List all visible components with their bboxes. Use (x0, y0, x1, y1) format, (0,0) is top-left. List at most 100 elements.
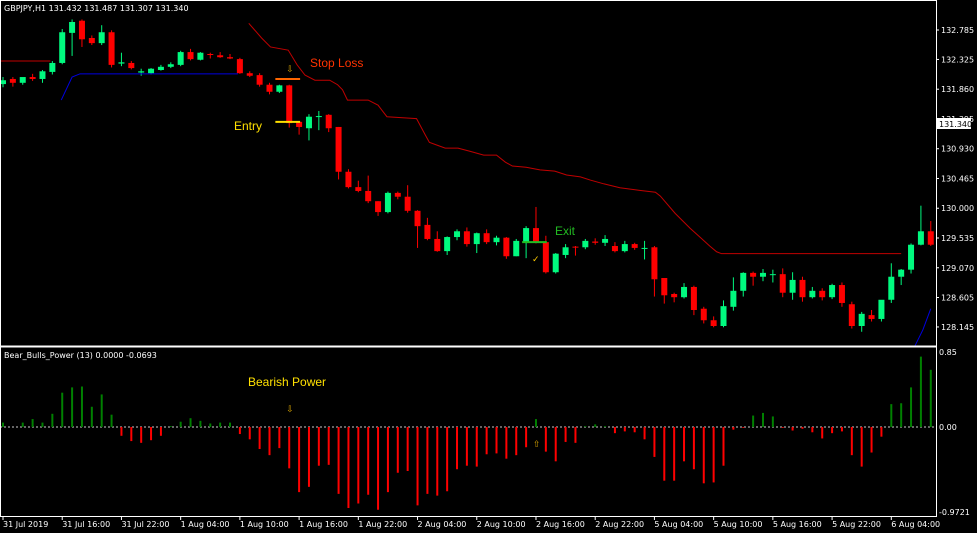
candle (177, 50, 184, 67)
candle-body (394, 192, 401, 197)
y-tick-label: 128.145 (941, 323, 974, 332)
candle (236, 57, 243, 74)
candle-body (375, 201, 382, 213)
x-tick-label: 2 Aug 22:00 (595, 520, 644, 529)
x-tick-label: 5 Aug 10:00 (714, 520, 763, 529)
candle (197, 52, 204, 61)
candle-body (848, 304, 855, 326)
y-tick-label: 129.070 (941, 264, 974, 273)
candle-body (148, 68, 155, 74)
candle-body (118, 62, 125, 64)
candle-body (681, 286, 688, 298)
candle-body (404, 196, 411, 211)
x-tick-label: 1 Aug 16:00 (299, 520, 348, 529)
candle-body (128, 62, 135, 69)
candle-body (227, 57, 234, 59)
y-tick-label: 128.605 (941, 294, 974, 303)
candle (513, 238, 520, 257)
candle-body (582, 240, 589, 248)
candle-body (246, 73, 253, 76)
candle-body (592, 241, 599, 243)
candle-body (256, 75, 263, 85)
candle-body (730, 290, 737, 307)
candle-body (9, 78, 16, 83)
candle-body (463, 231, 470, 245)
candle-body (345, 171, 352, 188)
candle-body (552, 253, 559, 273)
candle-body (167, 64, 174, 67)
candle-body (49, 62, 56, 72)
candle-body (473, 233, 480, 245)
candle (878, 299, 885, 322)
candle-body (414, 210, 421, 227)
candle-body (88, 38, 95, 44)
candle-body (78, 20, 85, 40)
entry-label: Entry (234, 119, 262, 133)
candle-body (39, 71, 46, 79)
candle-body (355, 187, 362, 191)
candle-body (661, 278, 668, 296)
candle-body (602, 238, 609, 243)
candle-body (878, 299, 885, 319)
candle-body (177, 52, 184, 65)
exit-label: Exit (555, 224, 576, 238)
candle-body (29, 77, 36, 79)
candle (908, 243, 915, 274)
y-tick-label: 131.860 (941, 85, 974, 94)
candle-body (513, 240, 520, 257)
candle-body (98, 32, 105, 44)
candle-body (858, 313, 865, 326)
x-tick-label: 1 Aug 04:00 (181, 520, 230, 529)
bearish-power-label: Bearish Power (248, 375, 326, 389)
y-tick-label: 129.535 (941, 234, 974, 243)
x-tick-label: 31 Jul 22:00 (121, 520, 169, 529)
candle-body (829, 285, 836, 298)
stop-loss-label: Stop Loss (310, 56, 363, 70)
up-arrow-icon: ⇧ (533, 440, 541, 450)
candle-body (19, 77, 26, 83)
indicator-y-tick-label: 0.85 (939, 348, 957, 357)
candle-body (384, 192, 391, 213)
candle-body (819, 290, 826, 298)
candle-body (276, 85, 283, 92)
candle-body (621, 244, 628, 252)
y-tick-label: 132.785 (941, 26, 974, 35)
candle-body (444, 237, 451, 252)
x-tick-label: 31 Jul 2019 (3, 520, 48, 529)
candle-body (503, 237, 510, 257)
candle-body (59, 32, 66, 63)
candle-body (779, 274, 786, 293)
x-tick-label: 5 Aug 16:00 (773, 520, 822, 529)
candle-body (138, 71, 145, 73)
candle-body (789, 279, 796, 293)
candle-body (493, 237, 500, 243)
candle-body (838, 285, 845, 303)
x-tick-label: 2 Aug 16:00 (536, 520, 585, 529)
candle-body (325, 114, 332, 129)
trading-chart[interactable]: ⇩✓ ⇩⇧ 132.785132.325131.860131.395130.93… (0, 0, 977, 533)
exit-check-icon: ✓ (532, 255, 540, 265)
candle-body (197, 52, 204, 60)
candle (108, 30, 115, 68)
down-arrow-icon: ⇩ (286, 405, 294, 415)
x-tick-label: 1 Aug 22:00 (358, 520, 407, 529)
candle (256, 73, 263, 87)
candle-body (207, 54, 214, 55)
x-tick-label: 31 Jul 16:00 (62, 520, 110, 529)
current-price-label: 131.340 (939, 120, 972, 129)
x-tick-label: 2 Aug 04:00 (418, 520, 467, 529)
x-tick-label: 1 Aug 10:00 (240, 520, 289, 529)
candle-body (700, 308, 707, 321)
candle-body (483, 233, 490, 243)
candle-body (720, 306, 727, 326)
indicator-header: Bear_Bulls_Power (13) 0.0000 -0.0693 (4, 351, 157, 360)
candle-body (769, 274, 776, 276)
candle (384, 191, 391, 214)
chart-background (0, 0, 977, 533)
candle-body (424, 224, 431, 239)
candle-body (562, 247, 569, 255)
candle (335, 126, 342, 180)
candle-body (898, 269, 905, 277)
candle-body (454, 231, 461, 238)
y-tick-label: 130.930 (941, 145, 974, 154)
